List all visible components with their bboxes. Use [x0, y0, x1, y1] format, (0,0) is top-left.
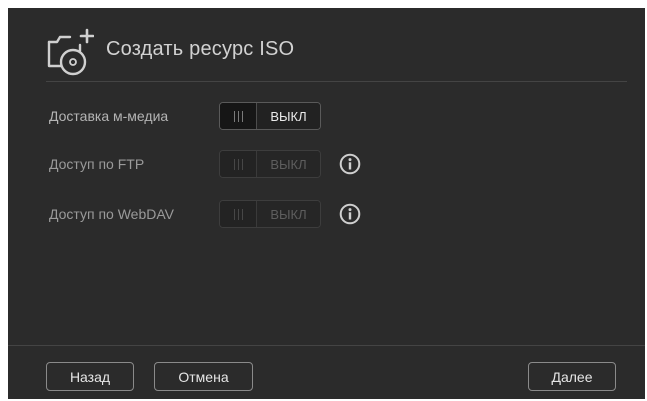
webdav-access-toggle[interactable]: ВЫКЛ: [219, 200, 321, 228]
toggle-state-text: ВЫКЛ: [257, 103, 320, 129]
dialog-header: Создать ресурс ISO: [8, 8, 645, 80]
toggle-state-text: ВЫКЛ: [257, 151, 320, 177]
media-streaming-toggle[interactable]: ВЫКЛ: [219, 102, 321, 130]
toggle-grip-icon: [220, 151, 257, 177]
media-streaming-label: Доставка м-медиа: [49, 108, 169, 124]
ftp-access-label: Доступ по FTP: [49, 156, 145, 172]
camera-disc-add-icon: [47, 28, 94, 76]
dialog-title: Создать ресурс ISO: [106, 38, 295, 60]
setting-row-ftp-access: Доступ по FTP ВЫКЛ: [8, 150, 645, 180]
info-icon[interactable]: [339, 153, 361, 175]
next-button[interactable]: Далее: [528, 362, 616, 391]
info-icon[interactable]: [339, 203, 361, 225]
setting-row-media-streaming: Доставка м-медиа ВЫКЛ: [8, 102, 645, 132]
cancel-button[interactable]: Отмена: [154, 362, 253, 391]
header-divider: [46, 81, 627, 82]
back-button[interactable]: Назад: [46, 362, 134, 391]
create-iso-share-dialog: Создать ресурс ISO Доставка м-медиа ВЫКЛ…: [8, 8, 645, 399]
footer-divider: [8, 345, 645, 346]
toggle-grip-icon: [220, 201, 257, 227]
ftp-access-toggle[interactable]: ВЫКЛ: [219, 150, 321, 178]
toggle-grip-icon: [220, 103, 257, 129]
toggle-state-text: ВЫКЛ: [257, 201, 320, 227]
setting-row-webdav-access: Доступ по WebDAV ВЫКЛ: [8, 200, 645, 230]
webdav-access-label: Доступ по WebDAV: [49, 206, 175, 222]
